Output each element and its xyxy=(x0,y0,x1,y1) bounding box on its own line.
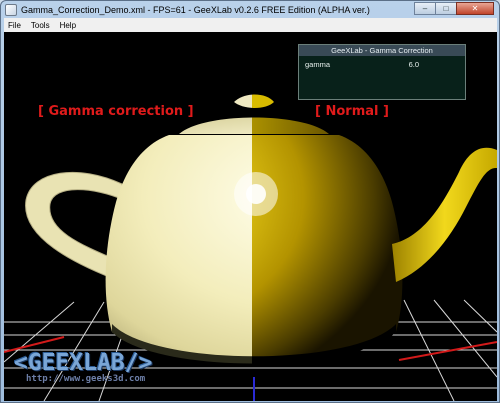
gamma-param-value[interactable]: 6.0 xyxy=(409,60,419,69)
gamma-correction-panel[interactable]: GeeXLab - Gamma Correction gamma 6.0 xyxy=(298,44,466,100)
logo-text: <GEEXLAB/> xyxy=(14,350,153,376)
app-window: Gamma_Correction_Demo.xml - FPS=61 - Gee… xyxy=(0,0,500,403)
maximize-button[interactable]: □ xyxy=(435,2,457,15)
menu-bar: File Tools Help xyxy=(4,18,497,32)
close-button[interactable]: ✕ xyxy=(456,2,494,15)
gamma-param-name: gamma xyxy=(305,60,331,69)
menu-help[interactable]: Help xyxy=(55,21,81,30)
geexlab-logo: <GEEXLAB/> http://www.geeks3d.com xyxy=(14,350,152,384)
render-viewport[interactable]: [ Gamma correction ] [ Normal ] GeeXLab … xyxy=(4,32,497,401)
app-icon xyxy=(5,3,17,16)
minimize-button[interactable]: – xyxy=(414,2,436,15)
menu-tools[interactable]: Tools xyxy=(26,21,55,30)
gamma-correction-label: [ Gamma correction ] xyxy=(38,104,194,119)
logo-url: http://www.geeks3d.com xyxy=(26,374,146,384)
menu-file[interactable]: File xyxy=(4,21,26,30)
gamma-param-row[interactable]: gamma 6.0 xyxy=(299,56,465,69)
window-controls: – □ ✕ xyxy=(414,2,494,15)
window-title: Gamma_Correction_Demo.xml - FPS=61 - Gee… xyxy=(21,4,370,15)
grid-axis-red xyxy=(398,341,497,361)
normal-label: [ Normal ] xyxy=(315,104,389,119)
title-bar[interactable]: Gamma_Correction_Demo.xml - FPS=61 - Gee… xyxy=(1,1,499,18)
panel-title: GeeXLab - Gamma Correction xyxy=(299,45,465,56)
